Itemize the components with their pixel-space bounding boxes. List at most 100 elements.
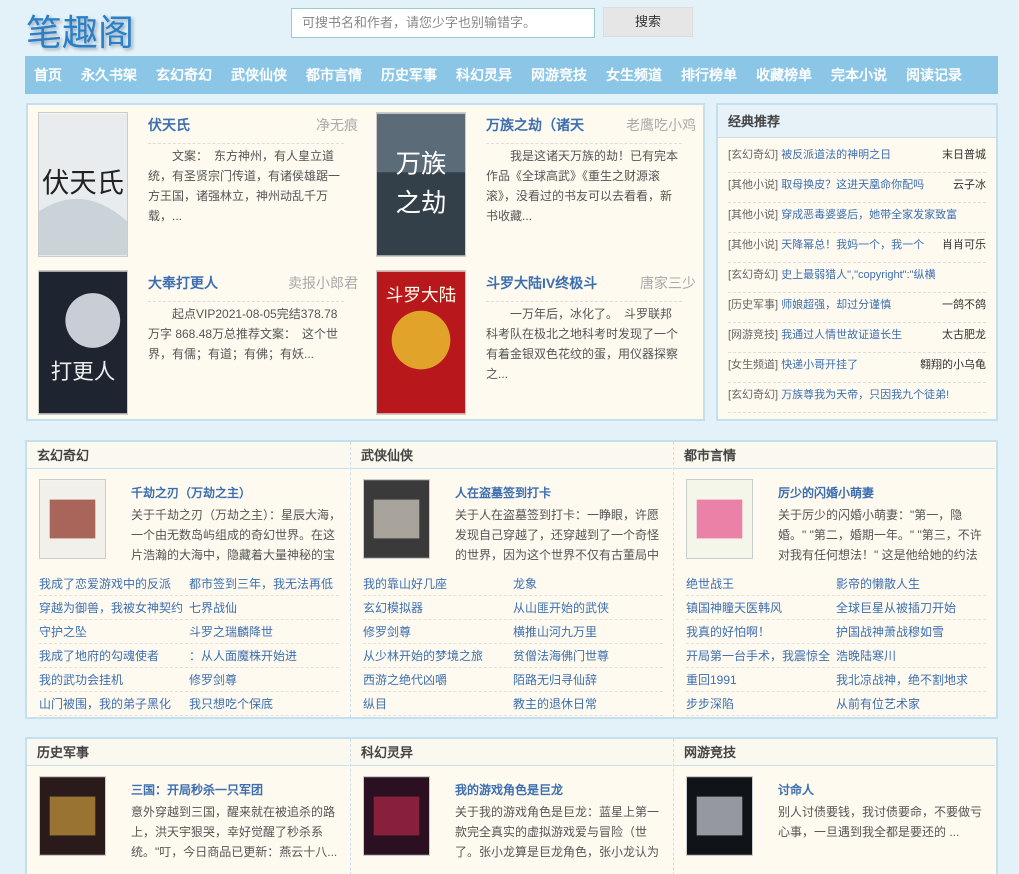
book-link[interactable]: 开局第一台手术，我震惊全: [686, 644, 836, 667]
book-title[interactable]: 大奉打更人: [148, 273, 268, 293]
book-link[interactable]: 影帝的懒散人生/迅康: [836, 572, 986, 595]
category-title[interactable]: 科幻灵异: [351, 739, 672, 766]
recommend-item[interactable]: [其他小说] 天降幂总！我妈一个，我一个 肖肖可乐: [728, 233, 986, 263]
search-input[interactable]: 可搜书名和作者，请您少字也别输错字。: [291, 8, 595, 38]
book-link[interactable]: 山门被围，我的弟子黑化: [39, 692, 189, 715]
recommend-item[interactable]: [女生频道] 快递小哥开挂了 翱翔的小乌龟: [728, 353, 986, 383]
book-link[interactable]: 教主的退休日常/云山青: [513, 692, 663, 715]
book-cover[interactable]: 伏天氏: [38, 112, 128, 257]
book-link[interactable]: 护国战神萧战穆如雪/佚名: [836, 620, 986, 643]
nav-home[interactable]: 首页: [34, 56, 62, 94]
book-cover[interactable]: [39, 479, 106, 559]
item-title[interactable]: 万族尊我为天帝，只因我九个徒弟!: [781, 389, 949, 401]
book-cover[interactable]: 斗罗大陆: [376, 270, 466, 415]
recommend-item[interactable]: [玄幻奇幻] 被反派道法的神明之日 末日普城: [728, 143, 986, 173]
book-link[interactable]: 穿越为御兽，我被女神契约: [39, 596, 189, 619]
recommend-item[interactable]: [历史军事] 师娘超强，却过分谨慎 一鸽不鸽: [728, 293, 986, 323]
book-link[interactable]: 我成了地府的勾魂使者/流浪斗罗: [39, 644, 189, 667]
item-author[interactable]: 末日普城: [938, 143, 986, 167]
book-cover[interactable]: 万族 之劫: [376, 112, 466, 257]
item-author[interactable]: 一鸽不鸽: [938, 293, 986, 317]
book-cover[interactable]: [686, 776, 753, 856]
book-link[interactable]: 我的靠山好几座/胜己: [363, 572, 513, 595]
book-author[interactable]: 老鹰吃小鸡: [626, 115, 696, 135]
book-cover[interactable]: 打更人: [38, 270, 128, 415]
recommend-item[interactable]: [其他小说] 取母换皮？这进天凰命你配吗 云子冰: [728, 173, 986, 203]
nav-lishi[interactable]: 历史军事: [381, 56, 437, 94]
book-title[interactable]: 伏天氏: [148, 115, 268, 135]
book-link[interactable]: 龙象/他曾是少年: [513, 572, 663, 595]
book-link[interactable]: 我北凉战神，绝不割地求: [836, 668, 986, 691]
item-title[interactable]: 师娘超强，却过分谨慎: [781, 299, 891, 311]
nav-xuanhuan[interactable]: 玄幻奇幻: [156, 56, 212, 94]
book-link[interactable]: 从少林开始的梦境之旅/挂前: [363, 644, 513, 667]
book-cover[interactable]: [363, 776, 430, 856]
item-author[interactable]: 翱翔的小乌龟: [916, 353, 986, 377]
book-link[interactable]: 浩晚陆寒川/全文免费阅读: [836, 644, 986, 667]
recommend-item[interactable]: [其他小说] 穿成恶毒婆婆后，她带全家发家致富: [728, 203, 986, 233]
item-title[interactable]: 被反派道法的神明之日: [781, 149, 891, 161]
book-link[interactable]: 我只想吃个保底/西山谣: [189, 692, 339, 715]
item-title[interactable]: 天降幂总！我妈一个，我一个: [781, 239, 924, 251]
featured-title[interactable]: 讨命人: [778, 781, 814, 798]
book-cover[interactable]: [39, 776, 106, 856]
book-link[interactable]: 修罗剑尊/折花独者: [189, 668, 339, 691]
book-link[interactable]: ：从人面魔株开始进: [189, 644, 339, 667]
item-title[interactable]: 穿成恶毒婆婆后，她带全家发家致富: [781, 209, 957, 221]
book-link[interactable]: 陌路无归寻仙辞/明镜之上: [513, 668, 663, 691]
book-link[interactable]: 从山匪开始的武侠/叮叮小石: [513, 596, 663, 619]
book-link[interactable]: 守护之坠/舒服的乱刷: [39, 620, 189, 643]
featured-title[interactable]: 厉少的闪婚小萌妻: [778, 484, 874, 501]
site-logo[interactable]: 笔趣阁: [26, 4, 134, 56]
book-cover[interactable]: [686, 479, 753, 559]
search-button[interactable]: 搜索: [603, 7, 693, 37]
nav-favorites[interactable]: 收藏榜单: [756, 56, 812, 94]
featured-title[interactable]: 人在盗墓签到打卡: [455, 484, 551, 501]
book-link[interactable]: 我成了恋爱游戏中的反派/: [39, 572, 189, 595]
book-link[interactable]: 斗罗之瑞麟降世/一颗洋葱呀: [189, 620, 339, 643]
recommend-item[interactable]: [玄幻奇幻] 史上最弱猎人","copyright":"纵横: [728, 263, 986, 293]
item-author[interactable]: 太古肥龙: [938, 323, 986, 347]
nav-bookshelf[interactable]: 永久书架: [81, 56, 137, 94]
nav-wuxia[interactable]: 武侠仙侠: [231, 56, 287, 94]
nav-completed[interactable]: 完本小说: [831, 56, 887, 94]
category-title[interactable]: 历史军事: [27, 739, 349, 766]
recommend-item[interactable]: [网游竞技] 我通过人情世故证道长生 太古肥龙: [728, 323, 986, 353]
book-link[interactable]: 从前有位艺术家/楼下赫本: [836, 692, 986, 715]
book-link[interactable]: 步步深陷/玉堂: [686, 692, 836, 715]
item-title[interactable]: 取母换皮？这进天凰命你配吗: [781, 179, 924, 191]
item-title[interactable]: 我通过人情世故证道长生: [781, 329, 902, 341]
nav-nvsheng[interactable]: 女生频道: [606, 56, 662, 94]
book-link[interactable]: 横推山河九万里/易子七: [513, 620, 663, 643]
category-title[interactable]: 玄幻奇幻: [27, 442, 349, 469]
book-link[interactable]: 绝世战王/无用书生: [686, 572, 836, 595]
nav-dushi[interactable]: 都市言情: [306, 56, 362, 94]
recommend-item[interactable]: [玄幻奇幻] 万族尊我为天帝，只因我九个徒弟!: [728, 383, 986, 413]
book-link[interactable]: 重回1991/南三石: [686, 668, 836, 691]
book-link[interactable]: 都市签到三年，我无法再低: [189, 572, 339, 595]
item-title[interactable]: 快递小哥开挂了: [781, 359, 858, 371]
category-title[interactable]: 网游竞技: [674, 739, 995, 766]
book-link[interactable]: 全球巨星从被插刀开始/云中: [836, 596, 986, 619]
book-link[interactable]: 修罗剑尊/夜乡: [363, 620, 513, 643]
book-title[interactable]: 斗罗大陆IV终极斗: [486, 273, 606, 293]
book-title[interactable]: 万族之劫（诸天: [486, 115, 606, 135]
book-author[interactable]: 净无痕: [316, 115, 358, 135]
category-title[interactable]: 武侠仙侠: [351, 442, 672, 469]
book-link[interactable]: 纵目/黄石翁: [363, 692, 513, 715]
nav-ranking[interactable]: 排行榜单: [681, 56, 737, 94]
featured-title[interactable]: 千劫之刃（万劫之主）: [131, 484, 251, 501]
featured-title[interactable]: 我的游戏角色是巨龙: [455, 781, 563, 798]
book-cover[interactable]: [363, 479, 430, 559]
book-author[interactable]: 唐家三少: [640, 273, 696, 293]
featured-title[interactable]: 三国：开局秒杀一只军团: [131, 781, 263, 798]
nav-history[interactable]: 阅读记录: [906, 56, 962, 94]
item-title[interactable]: 史上最弱猎人","copyright":"纵横: [781, 269, 935, 281]
book-link[interactable]: 西游之绝代凶嚼/贪玩的提真: [363, 668, 513, 691]
book-link[interactable]: 我真的好怕啊！/等到夜深: [686, 620, 836, 643]
book-link[interactable]: 镇国神瞳天医韩风/江南皮革: [686, 596, 836, 619]
book-author[interactable]: 卖报小郎君: [288, 273, 358, 293]
nav-wangyou[interactable]: 网游竞技: [531, 56, 587, 94]
book-link[interactable]: 贫僧法海佛门世尊/眼风成仙: [513, 644, 663, 667]
book-link[interactable]: 我的武功会挂机/自娱的愚者: [39, 668, 189, 691]
